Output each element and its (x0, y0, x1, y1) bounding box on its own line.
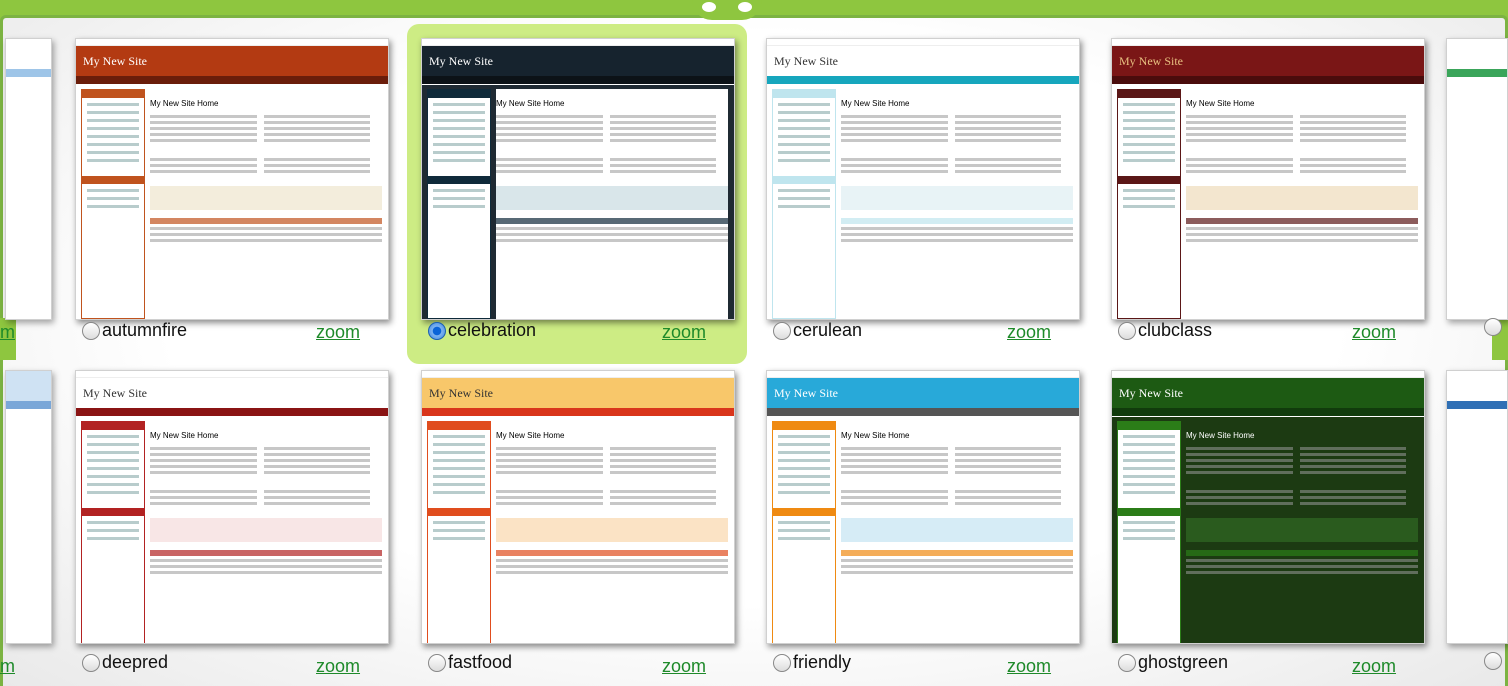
partial-thumbnail-left-bottom[interactable] (5, 370, 52, 644)
thumbnail-page-title: My New Site Home (150, 431, 219, 440)
theme-name-label: cerulean (793, 320, 863, 340)
partial-thumbnail-right-bottom[interactable] (1446, 370, 1508, 644)
theme-thumbnail-ghostgreen[interactable]: My New Site My New Site Home (1111, 370, 1425, 644)
theme-radio-ghostgreen[interactable] (1118, 653, 1136, 672)
partial-label-right-bottom[interactable] (1484, 652, 1504, 670)
zoom-link-cerulean[interactable]: zoom (1007, 322, 1051, 343)
thumbnail-site-title: My New Site (429, 386, 493, 400)
theme-option-deepred[interactable]: deepred (82, 652, 168, 673)
theme-radio-cerulean[interactable] (773, 321, 791, 340)
zoom-link-clubclass[interactable]: zoom (1352, 322, 1396, 343)
zoom-link-ghostgreen[interactable]: zoom (1352, 656, 1396, 677)
partial-label-right-top[interactable] (1484, 318, 1504, 336)
theme-thumbnail-friendly[interactable]: My New Site My New Site Home (766, 370, 1080, 644)
thumbnail-page-title: My New Site Home (841, 99, 910, 108)
theme-name-label: autumnfire (102, 320, 188, 340)
thumbnail-page-title: My New Site Home (496, 431, 565, 440)
theme-radio-friendly[interactable] (773, 653, 791, 672)
theme-radio-deepred[interactable] (82, 653, 100, 672)
zoom-link-left-bottom[interactable]: m (0, 656, 15, 677)
theme-option-clubclass[interactable]: clubclass (1118, 320, 1212, 341)
theme-thumbnail-cerulean[interactable]: My New Site My New Site Home (766, 38, 1080, 320)
theme-thumbnail-clubclass[interactable]: My New Site My New Site Home (1111, 38, 1425, 320)
theme-option-ghostgreen[interactable]: ghostgreen (1118, 652, 1228, 673)
theme-thumbnail-deepred[interactable]: My New Site My New Site Home (75, 370, 389, 644)
theme-name-label: clubclass (1138, 320, 1213, 340)
thumbnail-site-title: My New Site (83, 54, 147, 68)
theme-name-label: celebration (448, 320, 537, 340)
thumbnail-page-title: My New Site Home (841, 431, 910, 440)
zoom-link-left-top[interactable]: m (0, 322, 15, 343)
thumbnail-page-title: My New Site Home (150, 99, 219, 108)
theme-thumbnail-fastfood[interactable]: My New Site My New Site Home (421, 370, 735, 644)
theme-radio-celebration[interactable] (428, 321, 446, 340)
theme-thumbnail-celebration[interactable]: My New Site My New Site Home (421, 38, 735, 320)
theme-thumbnail-autumnfire[interactable]: My New Site My New Site Home (75, 38, 389, 320)
thumbnail-site-title: My New Site (1119, 386, 1183, 400)
theme-radio-clubclass[interactable] (1118, 321, 1136, 340)
zoom-link-deepred[interactable]: zoom (316, 656, 360, 677)
theme-name-label: ghostgreen (1138, 652, 1229, 672)
theme-name-label: friendly (793, 652, 852, 672)
theme-name-label: deepred (102, 652, 169, 672)
zoom-link-friendly[interactable]: zoom (1007, 656, 1051, 677)
panel-top-tab (692, 0, 762, 20)
theme-option-fastfood[interactable]: fastfood (428, 652, 512, 673)
thumbnail-site-title: My New Site (1119, 54, 1183, 68)
thumbnail-site-title: My New Site (429, 54, 493, 68)
zoom-link-celebration[interactable]: zoom (662, 322, 706, 343)
thumbnail-page-title: My New Site Home (1186, 431, 1255, 440)
theme-option-cerulean[interactable]: cerulean (773, 320, 862, 341)
theme-option-friendly[interactable]: friendly (773, 652, 851, 673)
theme-name-label: fastfood (448, 652, 513, 672)
thumbnail-site-title: My New Site (83, 386, 147, 400)
thumbnail-page-title: My New Site Home (1186, 99, 1255, 108)
theme-radio-autumnfire[interactable] (82, 321, 100, 340)
thumbnail-site-title: My New Site (774, 54, 838, 68)
theme-option-celebration[interactable]: celebration (428, 320, 536, 341)
partial-thumbnail-left-top[interactable] (5, 38, 52, 320)
thumbnail-page-title: My New Site Home (496, 99, 565, 108)
zoom-link-autumnfire[interactable]: zoom (316, 322, 360, 343)
theme-option-autumnfire[interactable]: autumnfire (82, 320, 187, 341)
thumbnail-site-title: My New Site (774, 386, 838, 400)
zoom-link-fastfood[interactable]: zoom (662, 656, 706, 677)
partial-thumbnail-right-top[interactable] (1446, 38, 1508, 320)
theme-radio-fastfood[interactable] (428, 653, 446, 672)
